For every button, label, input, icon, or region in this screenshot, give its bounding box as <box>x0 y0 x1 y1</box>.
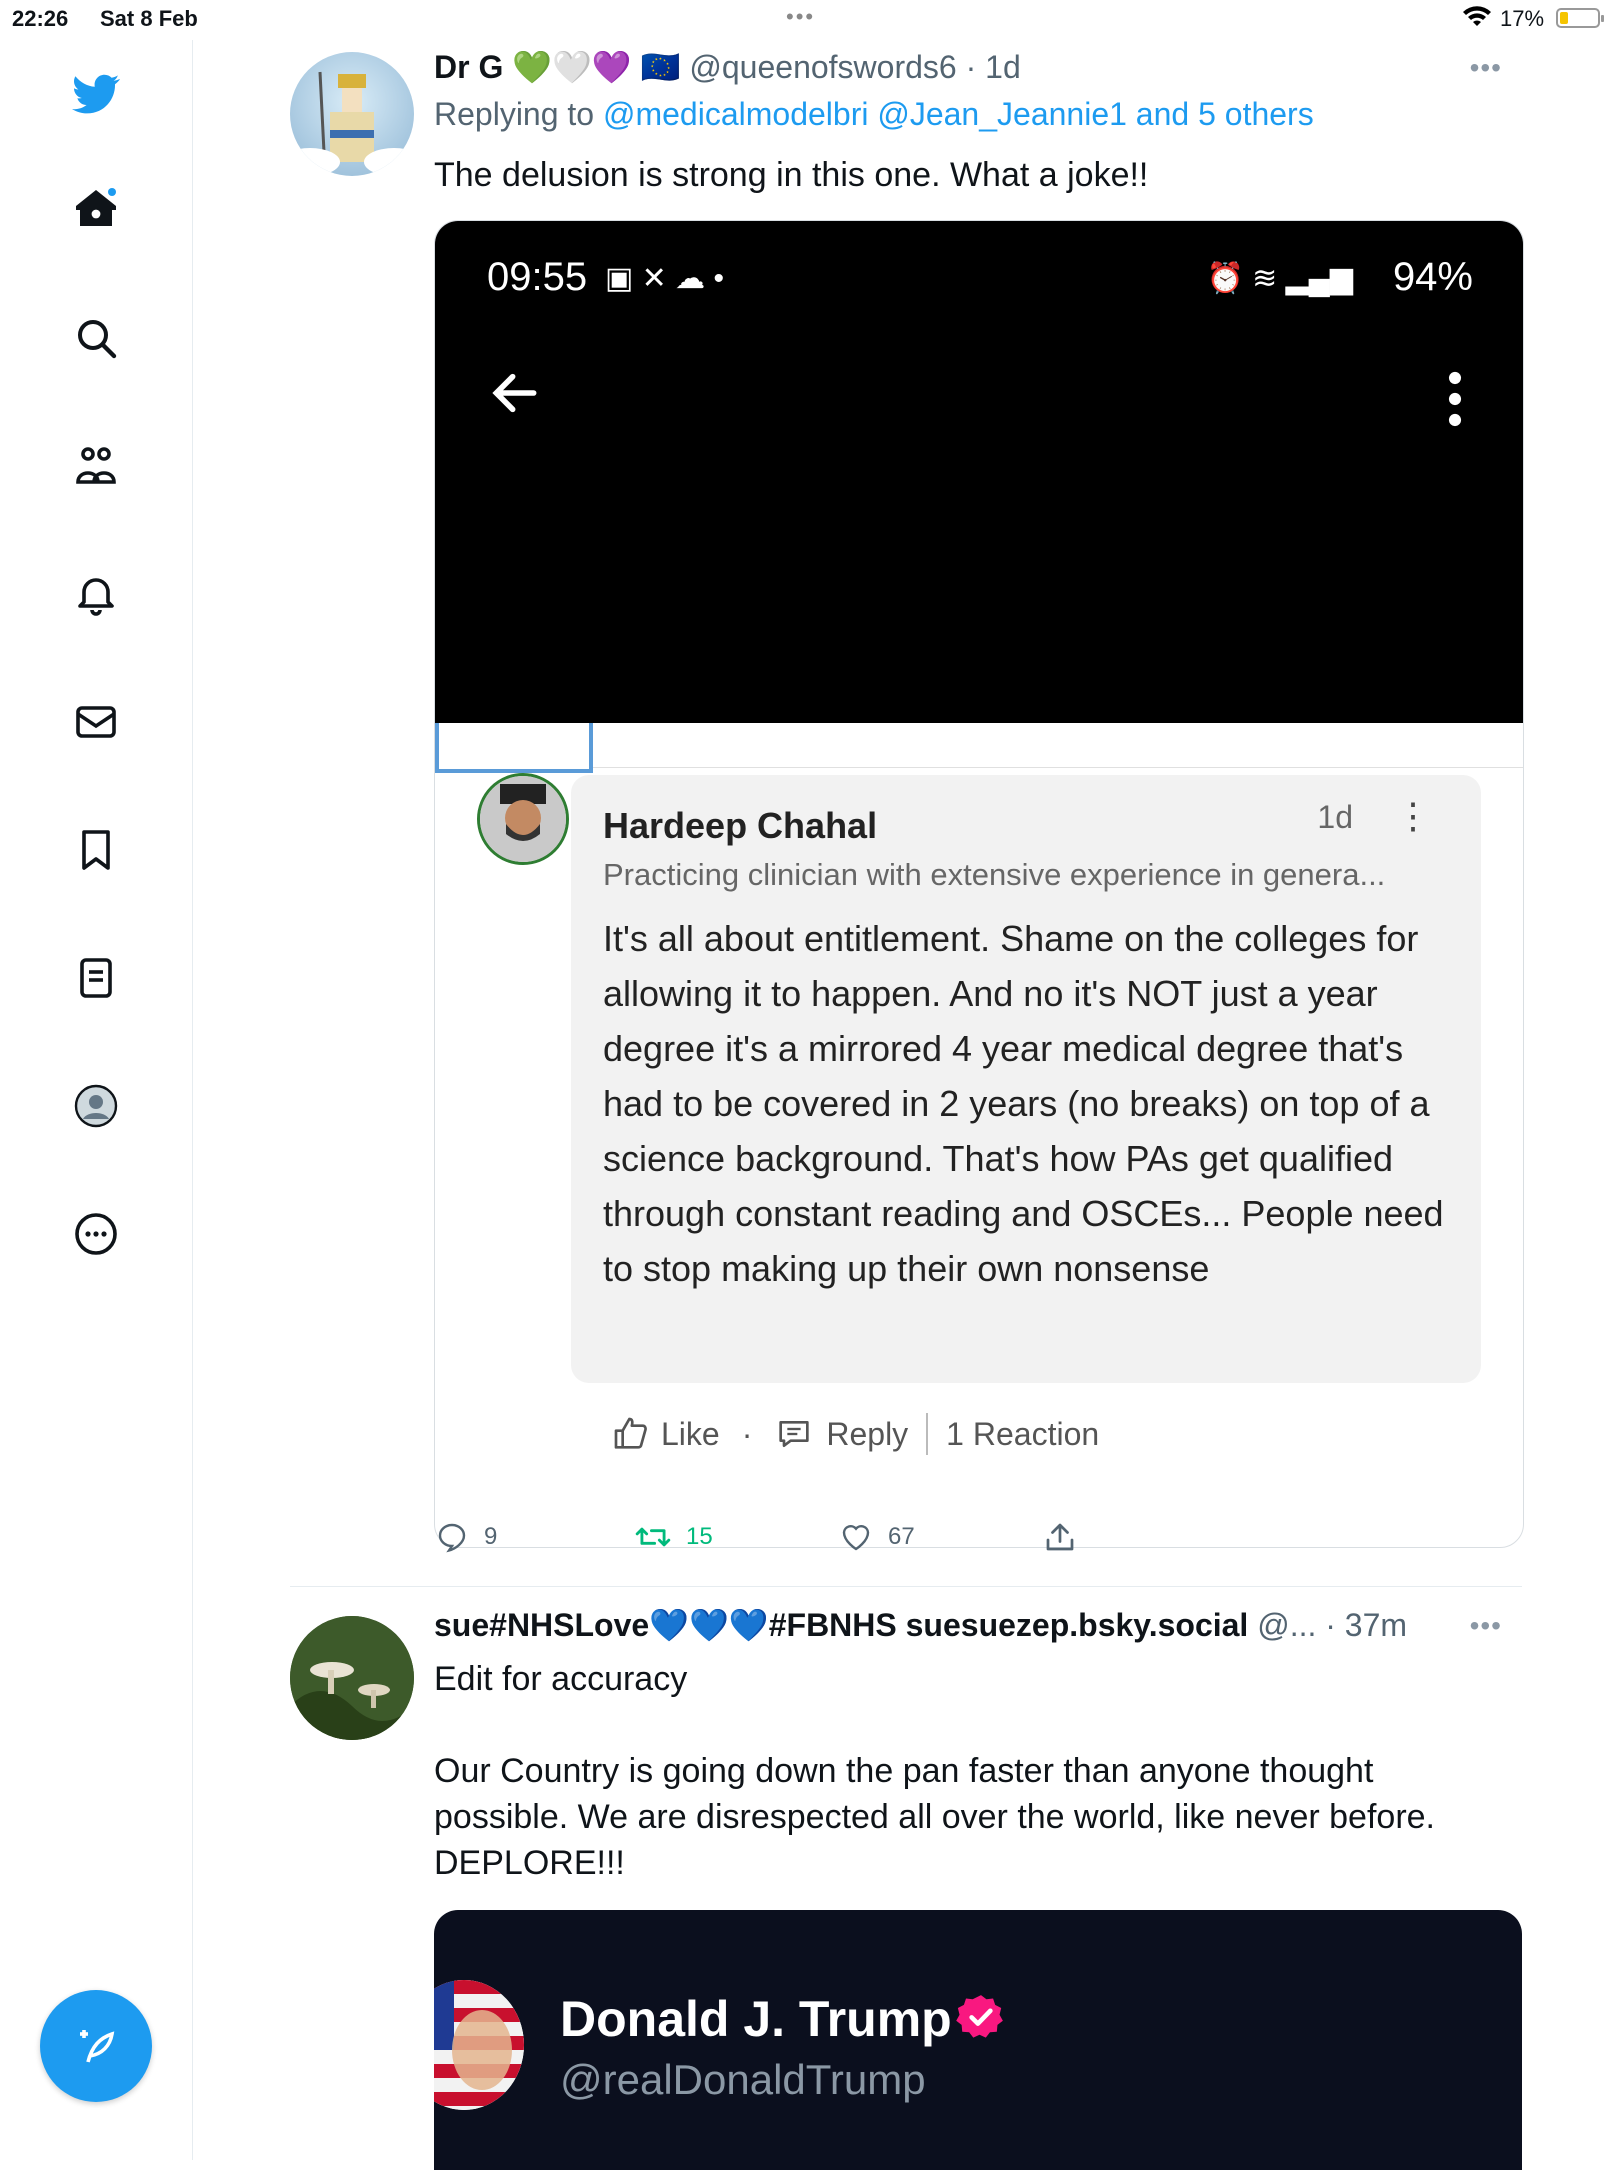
comment-time: 1d <box>1317 799 1353 835</box>
replying-to-line: Replying to @medicalmodelbri @Jean_Jeann… <box>434 96 1314 133</box>
comment-text: It's all about entitlement. Shame on the… <box>603 918 1444 1289</box>
tweet-image[interactable]: 09:55 ▣ ✕ ☁ • ⏰ ≋ ▂▄▆ 94% Hardeep Chahal… <box>434 220 1524 1548</box>
like-action[interactable]: 67 <box>838 1518 1042 1556</box>
wifi-icon <box>1462 6 1492 35</box>
name-emojis: 💚🤍💜 <box>512 49 632 85</box>
back-arrow-icon <box>492 373 537 413</box>
handle-and-time[interactable]: @queenofswords6 · 1d <box>689 49 1020 85</box>
replying-to-users[interactable]: @medicalmodelbri @Jean_Jeannie1 and 5 ot… <box>603 96 1314 132</box>
share-icon <box>1046 1523 1074 1551</box>
tweet-image[interactable]: Donald J. Trump @realDonaldTrump <box>434 1910 1522 2170</box>
commenter-headline: Practicing clinician with extensive expe… <box>603 857 1386 892</box>
reply-label: Reply <box>826 1415 909 1452</box>
avatar-dr-g[interactable] <box>290 52 414 176</box>
twitter-logo-icon[interactable] <box>68 66 124 122</box>
phone-status-area: 09:55 ▣ ✕ ☁ • ⏰ ≋ ▂▄▆ 94% <box>435 221 1523 723</box>
tweet-actions: 9 15 67 <box>434 1518 1078 1556</box>
tweet-header: Dr G 💚🤍💜 🇪🇺 @queenofswords6 · 1d <box>434 48 1021 86</box>
verified-badge-icon <box>956 1992 1006 2042</box>
reply-action[interactable]: 9 <box>434 1518 634 1556</box>
like-thumb-icon <box>614 1417 647 1449</box>
lists-icon[interactable] <box>68 950 124 1006</box>
retweet-action[interactable]: 15 <box>634 1518 838 1556</box>
card-avatar <box>434 1980 524 2110</box>
compose-feather-icon <box>80 2030 115 2063</box>
phone-time: 09:55 <box>487 255 588 299</box>
tweet-text-body: Our Country is going down the pan faster… <box>434 1752 1435 1882</box>
heart-icon <box>842 1525 870 1551</box>
display-name[interactable]: Dr G <box>434 49 503 85</box>
more-options-icon[interactable] <box>68 1206 124 1262</box>
notifications-bell-icon[interactable] <box>68 566 124 622</box>
battery-icon <box>1556 8 1604 28</box>
status-bar: 22:26 Sat 8 Feb ••• 17% <box>0 0 1620 40</box>
card-handle: @realDonaldTrump <box>560 2056 926 2103</box>
status-date: Sat 8 Feb <box>100 6 198 31</box>
phone-battery: 94% <box>1392 255 1473 299</box>
eu-flag: 🇪🇺 <box>640 49 681 85</box>
replying-prefix: Replying to <box>434 96 595 132</box>
bookmarks-icon[interactable] <box>68 822 124 878</box>
status-time: 22:26 <box>12 6 69 31</box>
messages-envelope-icon[interactable] <box>68 694 124 750</box>
card-name: Donald J. Trump <box>560 1991 952 2047</box>
compose-tweet-button[interactable] <box>40 1990 152 2102</box>
phone-status-icons: ▣ ✕ ☁ • <box>605 262 724 295</box>
tweet-text-line1: Edit for accuracy <box>434 1660 688 1698</box>
communities-icon[interactable] <box>68 438 124 494</box>
commenter-name: Hardeep Chahal <box>603 805 878 846</box>
retweet-count: 15 <box>686 1523 713 1550</box>
tweet-text: The delusion is strong in this one. What… <box>434 156 1149 194</box>
reaction-count: 1 Reaction <box>946 1415 1100 1452</box>
home-icon[interactable] <box>68 180 124 236</box>
like-label: Like <box>661 1415 720 1452</box>
comment-actions-row: Like · Reply 1 Reaction <box>611 1413 1099 1455</box>
tweet-header: sue#NHSLove💙💙💙#FBNHS suesuezep.bsky.soci… <box>434 1606 1407 1644</box>
comment-bubble: Hardeep Chahal 1d ⋮ Practicing clinician… <box>571 775 1481 1383</box>
share-action[interactable] <box>1042 1518 1078 1556</box>
profile-avatar-icon[interactable] <box>68 1078 124 1134</box>
sidebar-nav <box>0 40 193 2160</box>
reply-icon <box>438 1523 466 1553</box>
multitasking-dots-icon[interactable]: ••• <box>786 4 815 30</box>
display-name[interactable]: sue#NHSLove💙💙💙#FBNHS suesuezep.bsky.soci… <box>434 1607 1248 1643</box>
avatar-sue[interactable] <box>290 1616 414 1740</box>
battery-percent: 17% <box>1500 6 1545 31</box>
search-icon[interactable] <box>68 310 124 366</box>
selection-frame <box>435 723 593 773</box>
reply-count: 9 <box>484 1523 498 1550</box>
retweet-icon <box>635 1527 671 1547</box>
like-count: 67 <box>888 1523 915 1550</box>
tweet-more-icon[interactable]: ••• <box>1470 52 1502 84</box>
comment-menu-icon: ⋮ <box>1395 795 1431 836</box>
reply-bubble-icon <box>779 1421 810 1447</box>
tweet-divider <box>290 1586 1522 1587</box>
kebab-menu-icon <box>1448 371 1462 427</box>
commenter-avatar <box>477 773 569 865</box>
phone-signal-icons: ⏰ ≋ ▂▄▆ <box>1206 262 1353 295</box>
handle-and-time[interactable]: @... · 37m <box>1257 1607 1407 1643</box>
separator-line <box>593 767 1523 768</box>
tweet-more-icon[interactable]: ••• <box>1470 1610 1502 1642</box>
